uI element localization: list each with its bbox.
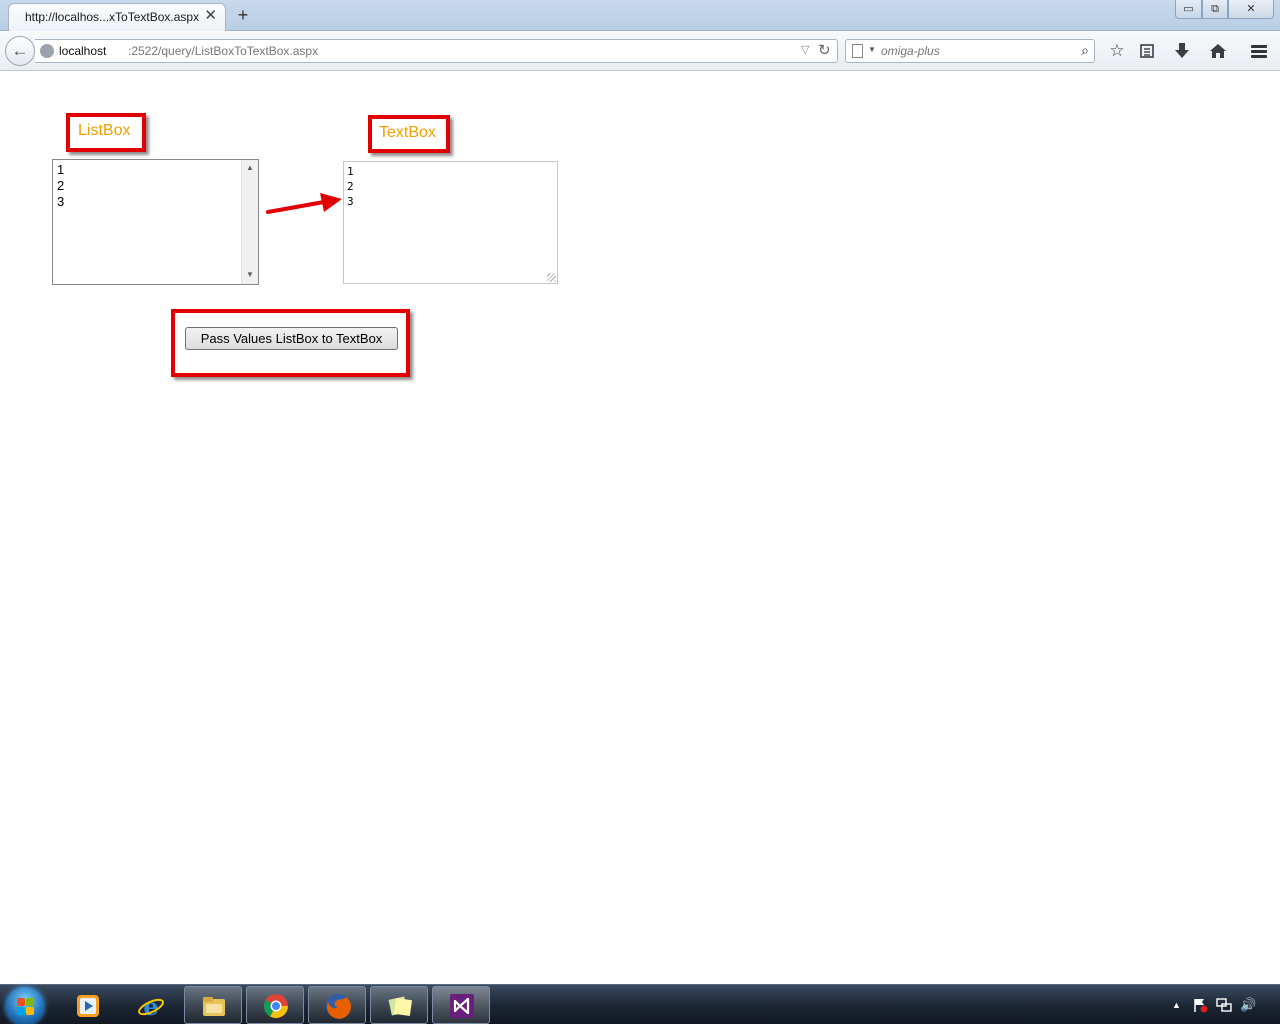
navigation-toolbar: ← localhost :2522/query/ListBoxToTextBox… bbox=[0, 31, 1280, 71]
internet-explorer-icon: e bbox=[138, 992, 164, 1020]
textbox-line: 2 bbox=[347, 180, 354, 193]
home-icon[interactable] bbox=[1206, 39, 1230, 63]
tab-listbox-to-textbox[interactable]: http://localhos...xToTextBox.aspx ✕ bbox=[8, 3, 226, 31]
listbox-item[interactable]: 2 bbox=[57, 178, 64, 194]
address-bar[interactable]: localhost :2522/query/ListBoxToTextBox.a… bbox=[35, 39, 838, 63]
windows-logo-icon bbox=[17, 998, 25, 1006]
visual-studio-icon bbox=[450, 994, 474, 1018]
chrome-icon bbox=[263, 994, 288, 1019]
listbox-label: ListBox bbox=[78, 122, 131, 139]
listbox-scrollbar[interactable]: ▲ ▼ bbox=[241, 160, 258, 284]
taskbar-firefox[interactable] bbox=[308, 986, 366, 1024]
desktop: http://localhos...xToTextBox.aspx ✕ + ▭ … bbox=[0, 0, 1280, 1024]
taskbar-internet-explorer[interactable]: e bbox=[121, 986, 179, 1024]
listbox-label-callout: ListBox bbox=[66, 113, 146, 152]
red-annotation-arrow bbox=[266, 193, 342, 214]
history-dropdown-icon[interactable]: ▽ bbox=[801, 43, 809, 56]
windows-taskbar: e ▲ 🔊 bbox=[0, 984, 1280, 1024]
reload-icon[interactable]: ↻ bbox=[818, 41, 831, 59]
media-player-icon bbox=[77, 995, 99, 1017]
multiline-textbox[interactable]: 1 2 3 bbox=[343, 161, 558, 284]
downloads-arrow-icon[interactable] bbox=[1170, 39, 1194, 63]
textbox-line: 3 bbox=[347, 195, 354, 208]
url-path: :2522/query/ListBoxToTextBox.aspx bbox=[128, 44, 319, 58]
restore-window-button[interactable]: ⧉ bbox=[1202, 0, 1228, 19]
listbox-item[interactable]: 3 bbox=[57, 194, 64, 210]
pass-values-button[interactable]: Pass Values ListBox to TextBox bbox=[185, 327, 398, 350]
search-input[interactable]: omiga-plus bbox=[881, 44, 940, 58]
search-engine-page-icon[interactable] bbox=[852, 44, 863, 58]
firefox-icon bbox=[326, 994, 352, 1019]
svg-text:e: e bbox=[143, 992, 158, 1020]
minimize-window-button[interactable]: ▭ bbox=[1175, 0, 1202, 19]
scroll-up-arrow-icon[interactable]: ▲ bbox=[242, 163, 258, 172]
bookmark-star-icon[interactable]: ☆ bbox=[1105, 39, 1129, 63]
taskbar-sticky-notes[interactable] bbox=[370, 986, 428, 1024]
textarea-resize-grip-icon[interactable] bbox=[547, 273, 556, 282]
url-host: localhost bbox=[59, 44, 107, 58]
start-button[interactable] bbox=[6, 987, 44, 1024]
textbox-line: 1 bbox=[347, 165, 354, 178]
listbox-item[interactable]: 1 bbox=[57, 162, 64, 178]
taskbar-visual-studio[interactable] bbox=[432, 986, 490, 1024]
site-identity-globe-icon[interactable] bbox=[40, 44, 54, 58]
browser-titlebar: http://localhos...xToTextBox.aspx ✕ + ▭ … bbox=[0, 0, 1280, 31]
taskbar-media-player[interactable] bbox=[58, 986, 116, 1024]
back-button[interactable]: ← bbox=[5, 36, 35, 66]
textbox-label-callout: TextBox bbox=[368, 115, 450, 153]
new-tab-button[interactable]: + bbox=[233, 4, 253, 26]
windows-logo-icon bbox=[17, 1007, 25, 1015]
search-bar[interactable]: ▼ omiga-plus ⌕ bbox=[845, 39, 1095, 63]
sticky-notes-icon bbox=[388, 996, 413, 1017]
windows-logo-icon bbox=[26, 998, 34, 1006]
textbox-label: TextBox bbox=[379, 124, 436, 141]
volume-icon[interactable]: 🔊 bbox=[1240, 997, 1256, 1013]
close-window-button[interactable]: ✕ bbox=[1228, 0, 1274, 19]
tab-title: http://localhos...xToTextBox.aspx bbox=[25, 10, 200, 24]
show-hidden-icons-icon[interactable]: ▲ bbox=[1172, 1000, 1181, 1010]
close-tab-icon[interactable]: ✕ bbox=[204, 7, 217, 25]
search-magnifier-icon[interactable]: ⌕ bbox=[1081, 42, 1089, 59]
listbox[interactable]: 1 2 3 ▲ ▼ bbox=[52, 159, 259, 285]
open-menu-hamburger-icon[interactable] bbox=[1247, 39, 1271, 63]
bookmarks-list-icon[interactable] bbox=[1135, 39, 1159, 63]
folder-icon bbox=[203, 997, 225, 1016]
action-center-flag-icon[interactable] bbox=[1192, 997, 1208, 1013]
scroll-down-arrow-icon[interactable]: ▼ bbox=[242, 270, 258, 279]
taskbar-chrome[interactable] bbox=[246, 986, 304, 1024]
network-icon[interactable] bbox=[1216, 997, 1232, 1013]
search-engine-dropdown-icon[interactable]: ▼ bbox=[868, 45, 876, 54]
windows-logo-icon bbox=[26, 1007, 34, 1015]
taskbar-file-explorer[interactable] bbox=[184, 986, 242, 1024]
back-arrow-icon: ← bbox=[11, 41, 29, 60]
